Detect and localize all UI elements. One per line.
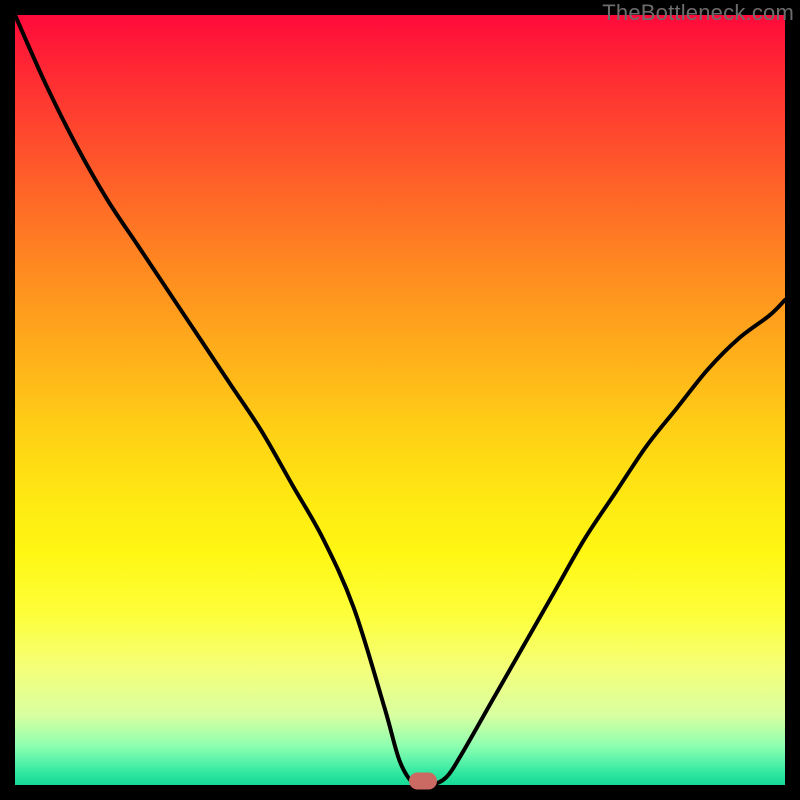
bottleneck-curve bbox=[15, 15, 785, 785]
bottleneck-minimum-marker bbox=[409, 773, 437, 790]
chart-frame: TheBottleneck.com bbox=[0, 0, 800, 800]
plot-area bbox=[15, 15, 785, 785]
watermark-text: TheBottleneck.com bbox=[602, 0, 794, 26]
